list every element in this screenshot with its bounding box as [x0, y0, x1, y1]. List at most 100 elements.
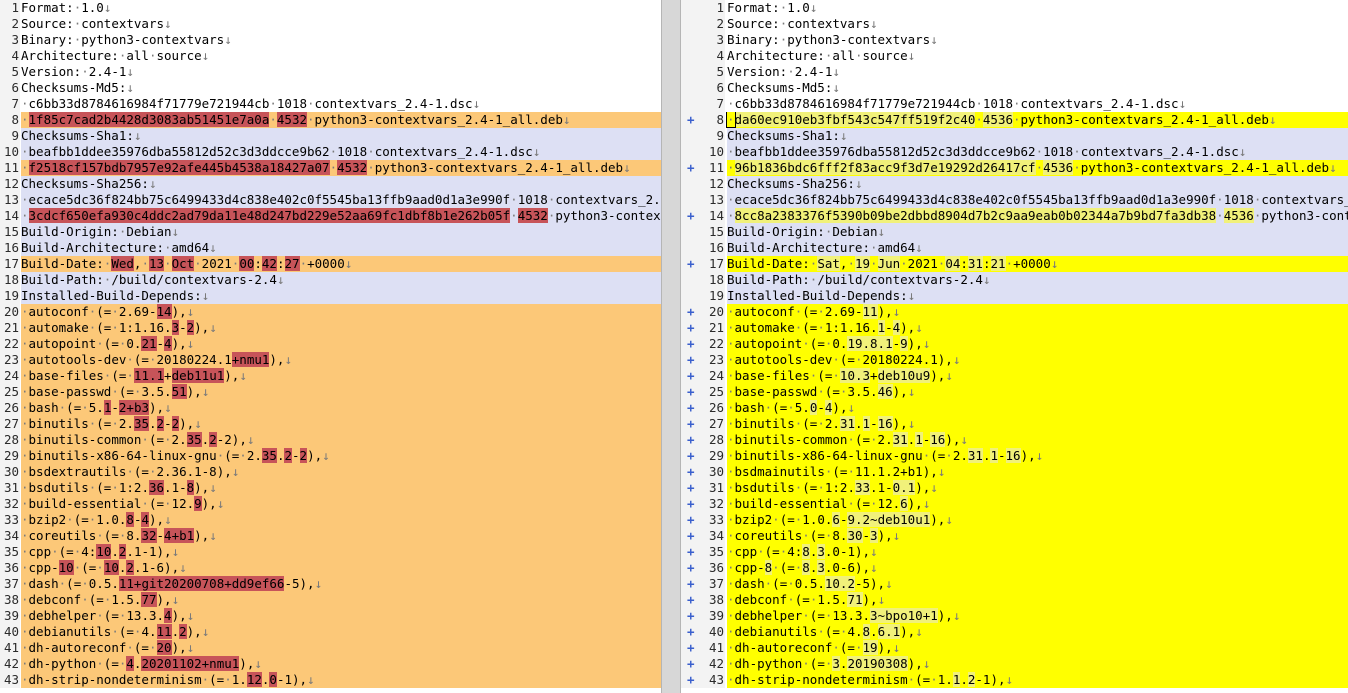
right-file-pane[interactable]: 1 Format:·1.0↓ 2 Source:·contextvars↓ 3 Binar…	[681, 0, 1348, 693]
right-line-34[interactable]: 34 + ·coreutils·(=·8.30-3),↓	[681, 528, 1348, 544]
left-line-8[interactable]: 8·1f85c7cad2b4428d3083ab51451e7a0a·4532·…	[0, 112, 661, 128]
right-line-31[interactable]: 31 + ·bsdutils·(=·1:2.33.1-0.1),↓	[681, 480, 1348, 496]
left-line-number: 6	[0, 80, 20, 96]
left-line-31[interactable]: 31 ·bsdutils·(=·1:2.36.1-8),↓	[0, 480, 661, 496]
left-line-10[interactable]: 10 ·beafbb1ddee35976dba55812d52c3d3ddcce9…	[0, 144, 661, 160]
left-line-25[interactable]: 25 ·base-passwd·(=·3.5.51),↓	[0, 384, 661, 400]
left-line-30[interactable]: 30 ·bsdextrautils·(=·2.36.1-8),↓	[0, 464, 661, 480]
left-line-2[interactable]: 2 Source:·contextvars↓	[0, 16, 661, 32]
right-line-43[interactable]: 43 + ·dh-strip-nondeterminism·(=·1.1.2-1),…	[681, 672, 1348, 688]
right-line-40[interactable]: 40 + ·debianutils·(=·4.8.6.1),↓	[681, 624, 1348, 640]
right-line-25[interactable]: 25 + ·base-passwd·(=·3.5.46),↓	[681, 384, 1348, 400]
left-line-40[interactable]: 40 ·debianutils·(=·4.11.2),↓	[0, 624, 661, 640]
left-line-42[interactable]: 42 ·dh-python·(=·4.20201102+nmu1),↓	[0, 656, 661, 672]
right-line-33[interactable]: 33 + ·bzip2·(=·1.0.6-9.2~deb10u1),↓	[681, 512, 1348, 528]
left-line-9[interactable]: 9 Checksums-Sha1:↓	[0, 128, 661, 144]
right-line-39[interactable]: 39 + ·debhelper·(=·13.3.3~bpo10+1),↓	[681, 608, 1348, 624]
right-line-42[interactable]: 42 + ·dh-python·(=·3.20190308),↓	[681, 656, 1348, 672]
right-line-12[interactable]: 12 Checksums-Sha256:↓	[681, 176, 1348, 192]
right-line-36[interactable]: 36 + ·cpp-8·(=·8.3.0-6),↓	[681, 560, 1348, 576]
left-line-6[interactable]: 6 Checksums-Md5:↓	[0, 80, 661, 96]
right-line-19[interactable]: 19 Installed-Build-Depends:↓	[681, 288, 1348, 304]
left-line-28[interactable]: 28 ·binutils-common·(=·2.35.2-2),↓	[0, 432, 661, 448]
left-line-3[interactable]: 3 Binary:·python3-contextvars↓	[0, 32, 661, 48]
whitespace-marker: ·	[1013, 96, 1021, 111]
left-line-21[interactable]: 21 ·automake·(=·1:1.16.3-2),↓	[0, 320, 661, 336]
diff-highlight: 2	[126, 560, 134, 575]
right-line-4[interactable]: 4 Architecture:·all·source↓	[681, 48, 1348, 64]
right-line-6[interactable]: 6 Checksums-Md5:↓	[681, 80, 1348, 96]
right-line-38[interactable]: 38 + ·debconf·(=·1.5.71),↓	[681, 592, 1348, 608]
left-line-26[interactable]: 26 ·bash·(=·5.1-2+b3),↓	[0, 400, 661, 416]
left-line-5[interactable]: 5 Version:·2.4-1↓	[0, 64, 661, 80]
whitespace-marker: ·	[832, 352, 840, 367]
right-line-18[interactable]: 18 Build-Path:·/build/contextvars-2.4↓	[681, 272, 1348, 288]
right-line-30[interactable]: 30 + ·bsdmainutils·(=·11.1.2+b1),↓	[681, 464, 1348, 480]
left-line-18[interactable]: 18 Build-Path:·/build/contextvars-2.4↓	[0, 272, 661, 288]
left-line-12[interactable]: 12 Checksums-Sha256:↓	[0, 176, 661, 192]
left-line-35[interactable]: 35 ·cpp·(=·4:10.2.1-1),↓	[0, 544, 661, 560]
left-line-15[interactable]: 15 Build-Origin:·Debian↓	[0, 224, 661, 240]
left-line-text: ·coreutils·(=·8.32-4+b1),↓	[21, 528, 661, 544]
right-line-26[interactable]: 26 + ·bash·(=·5.0-4),↓	[681, 400, 1348, 416]
right-line-8[interactable]: 8 + ·da60ec910eb3fbf543c547ff519f2c40·4536…	[681, 112, 1348, 128]
left-line-36[interactable]: 36 ·cpp-10·(=·10.2.1-6),↓	[0, 560, 661, 576]
right-line-7[interactable]: 7 ·c6bb33d8784616984f71779e721944cb·1018·…	[681, 96, 1348, 112]
left-line-4[interactable]: 4 Architecture:·all·source↓	[0, 48, 661, 64]
left-line-23[interactable]: 23 ·autotools-dev·(=·20180224.1+nmu1),↓	[0, 352, 661, 368]
right-line-1[interactable]: 1 Format:·1.0↓	[681, 0, 1348, 16]
pane-splitter[interactable]	[661, 0, 681, 693]
left-line-16[interactable]: 16 Build-Architecture:·amd64↓	[0, 240, 661, 256]
left-line-38[interactable]: 38 ·debconf·(=·1.5.77),↓	[0, 592, 661, 608]
right-line-41[interactable]: 41 + ·dh-autoreconf·(=·19),↓	[681, 640, 1348, 656]
right-line-10[interactable]: 10 ·beafbb1ddee35976dba55812d52c3d3ddcce9…	[681, 144, 1348, 160]
right-line-11[interactable]: 11 + ·96b1836bdc6fff2f83acc9f3d7e19292d264…	[681, 160, 1348, 176]
left-line-41[interactable]: 41 ·dh-autoreconf·(=·20),↓	[0, 640, 661, 656]
right-line-17[interactable]: 17 + Build-Date:·Sat,·19·Jun·2021·04:31:21…	[681, 256, 1348, 272]
right-line-15[interactable]: 15 Build-Origin:·Debian↓	[681, 224, 1348, 240]
right-line-14[interactable]: 14 + ·8cc8a2383376f5390b09be2dbbd8904d7b2c…	[681, 208, 1348, 224]
right-line-13[interactable]: 13 ·ecace5dc36f824bb75c6499433d4c838e402c…	[681, 192, 1348, 208]
left-line-34[interactable]: 34 ·coreutils·(=·8.32-4+b1),↓	[0, 528, 661, 544]
left-line-39[interactable]: 39 ·debhelper·(=·13.3.4),↓	[0, 608, 661, 624]
left-file-pane[interactable]: 1 Format:·1.0↓ 2 Source:·contextvars↓ 3 Binar…	[0, 0, 661, 693]
right-line-23[interactable]: 23 + ·autotools-dev·(=·20180224.1),↓	[681, 352, 1348, 368]
right-line-37[interactable]: 37 + ·dash·(=·0.5.10.2-5),↓	[681, 576, 1348, 592]
left-line-29[interactable]: 29 ·binutils-x86-64-linux-gnu·(=·2.35.2-2…	[0, 448, 661, 464]
left-line-13[interactable]: 13 ·ecace5dc36f824bb75c6499433d4c838e402c…	[0, 192, 661, 208]
whitespace-marker: ·	[975, 96, 983, 111]
left-line-22[interactable]: 22 ·autopoint·(=·0.21-4),↓	[0, 336, 661, 352]
right-line-9[interactable]: 9 Checksums-Sha1:↓	[681, 128, 1348, 144]
left-line-32[interactable]: 32 ·build-essential·(=·12.9),↓	[0, 496, 661, 512]
right-line-5[interactable]: 5 Version:·2.4-1↓	[681, 64, 1348, 80]
right-line-29[interactable]: 29 + ·binutils-x86-64-linux-gnu·(=·2.31.1-…	[681, 448, 1348, 464]
left-line-27[interactable]: 27 ·binutils·(=·2.35.2-2),↓	[0, 416, 661, 432]
left-line-19[interactable]: 19 Installed-Build-Depends:↓	[0, 288, 661, 304]
left-line-43[interactable]: 43 ·dh-strip-nondeterminism·(=·1.12.0-1),…	[0, 672, 661, 688]
text-segment: debhelper	[28, 608, 97, 623]
right-line-28[interactable]: 28 + ·binutils-common·(=·2.31.1-16),↓	[681, 432, 1348, 448]
right-line-32[interactable]: 32 + ·build-essential·(=·12.6),↓	[681, 496, 1348, 512]
left-line-text: ·autoconf·(=·2.69-14),↓	[21, 304, 661, 320]
left-line-17[interactable]: 17 Build-Date:·Wed,·13·Oct·2021·00:42:27·…	[0, 256, 661, 272]
right-line-22[interactable]: 22 + ·autopoint·(=·0.19.8.1-9),↓	[681, 336, 1348, 352]
right-line-20[interactable]: 20 + ·autoconf·(=·2.69-11),↓	[681, 304, 1348, 320]
left-line-11[interactable]: 11 ·f2518cf157bdb7957e92afe445b4538a18427…	[0, 160, 661, 176]
text-segment: ),	[194, 320, 210, 335]
left-line-20[interactable]: 20 ·autoconf·(=·2.69-14),↓	[0, 304, 661, 320]
right-line-2[interactable]: 2 Source:·contextvars↓	[681, 16, 1348, 32]
right-line-21[interactable]: 21 + ·automake·(=·1:1.16.1-4),↓	[681, 320, 1348, 336]
left-line-33[interactable]: 33 ·bzip2·(=·1.0.8-4),↓	[0, 512, 661, 528]
left-line-37[interactable]: 37 ·dash·(=·0.5.11+git20200708+dd9ef66-5)…	[0, 576, 661, 592]
whitespace-marker: ·	[727, 304, 735, 319]
left-line-1[interactable]: 1 Format:·1.0↓	[0, 0, 661, 16]
right-line-35[interactable]: 35 + ·cpp·(=·4:8.3.0-1),↓	[681, 544, 1348, 560]
left-line-24[interactable]: 24 ·base-files·(=·11.1+deb11u1),↓	[0, 368, 661, 384]
left-line-14[interactable]: 14·3cdcf650efa930c4ddc2ad79da11e48d247bd…	[0, 208, 661, 224]
left-line-text: ·dh-autoreconf·(=·20),↓	[21, 640, 661, 656]
right-line-27[interactable]: 27 + ·binutils·(=·2.31.1-16),↓	[681, 416, 1348, 432]
right-line-24[interactable]: 24 + ·base-files·(=·10.3+deb10u9),↓	[681, 368, 1348, 384]
right-line-3[interactable]: 3 Binary:·python3-contextvars↓	[681, 32, 1348, 48]
right-line-16[interactable]: 16 Build-Architecture:·amd64↓	[681, 240, 1348, 256]
left-line-7[interactable]: 7 ·c6bb33d8784616984f71779e721944cb·1018·…	[0, 96, 661, 112]
